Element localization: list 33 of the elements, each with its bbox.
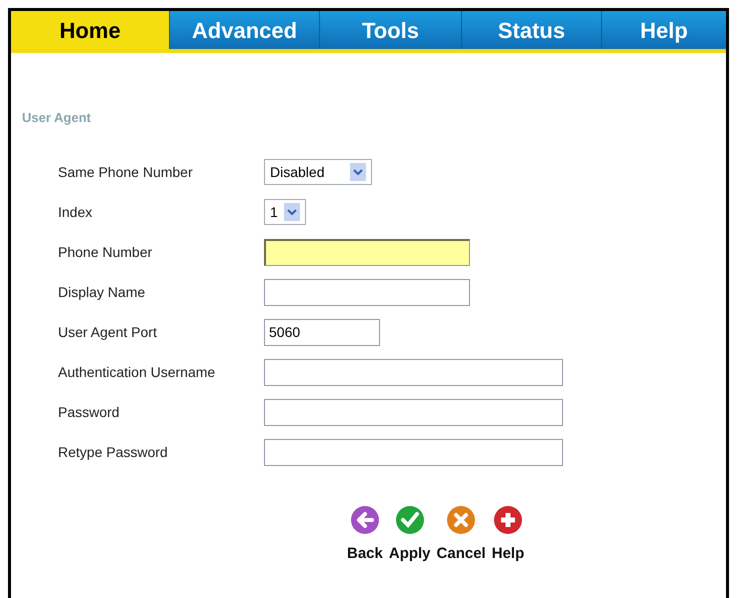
field-label: Same Phone Number xyxy=(58,162,194,182)
field-label: Authentication Username xyxy=(58,362,216,382)
dropdown[interactable]: 1 xyxy=(264,199,306,225)
chevron-down-icon xyxy=(350,163,366,181)
field-label: Index xyxy=(58,202,94,222)
section-title: User Agent xyxy=(22,109,92,127)
field-label: User Agent Port xyxy=(58,322,158,342)
plus-icon xyxy=(492,504,523,534)
field-label: Phone Number xyxy=(58,242,154,262)
nav-tab[interactable]: Tools xyxy=(319,11,461,49)
field-label: Password xyxy=(58,402,120,422)
nav-tab[interactable]: Home xyxy=(11,11,169,49)
text-field[interactable] xyxy=(264,398,563,426)
action-button[interactable]: Cancel xyxy=(436,504,486,565)
text-field[interactable] xyxy=(264,438,563,466)
action-button[interactable]: Help xyxy=(492,504,524,565)
text-field[interactable] xyxy=(264,358,563,386)
action-button[interactable]: Back xyxy=(347,504,383,565)
action-button[interactable]: Apply xyxy=(388,504,431,565)
field-label: Retype Password xyxy=(58,442,169,462)
dropdown-value: 1 xyxy=(270,202,278,222)
field-label: Display Name xyxy=(58,282,146,302)
text-field[interactable]: 5060 xyxy=(264,318,380,346)
dropdown-value: Disabled xyxy=(270,162,324,182)
chevron-down-icon xyxy=(284,203,300,221)
nav-tab[interactable]: Help xyxy=(601,11,726,49)
nav-tab[interactable]: Advanced xyxy=(169,11,319,49)
text-field[interactable] xyxy=(264,278,470,306)
dropdown[interactable]: Disabled xyxy=(264,159,372,185)
x-icon xyxy=(446,504,476,534)
checkmark-icon xyxy=(394,504,425,534)
text-field[interactable] xyxy=(264,238,470,266)
nav-tab[interactable]: Status xyxy=(461,11,601,49)
